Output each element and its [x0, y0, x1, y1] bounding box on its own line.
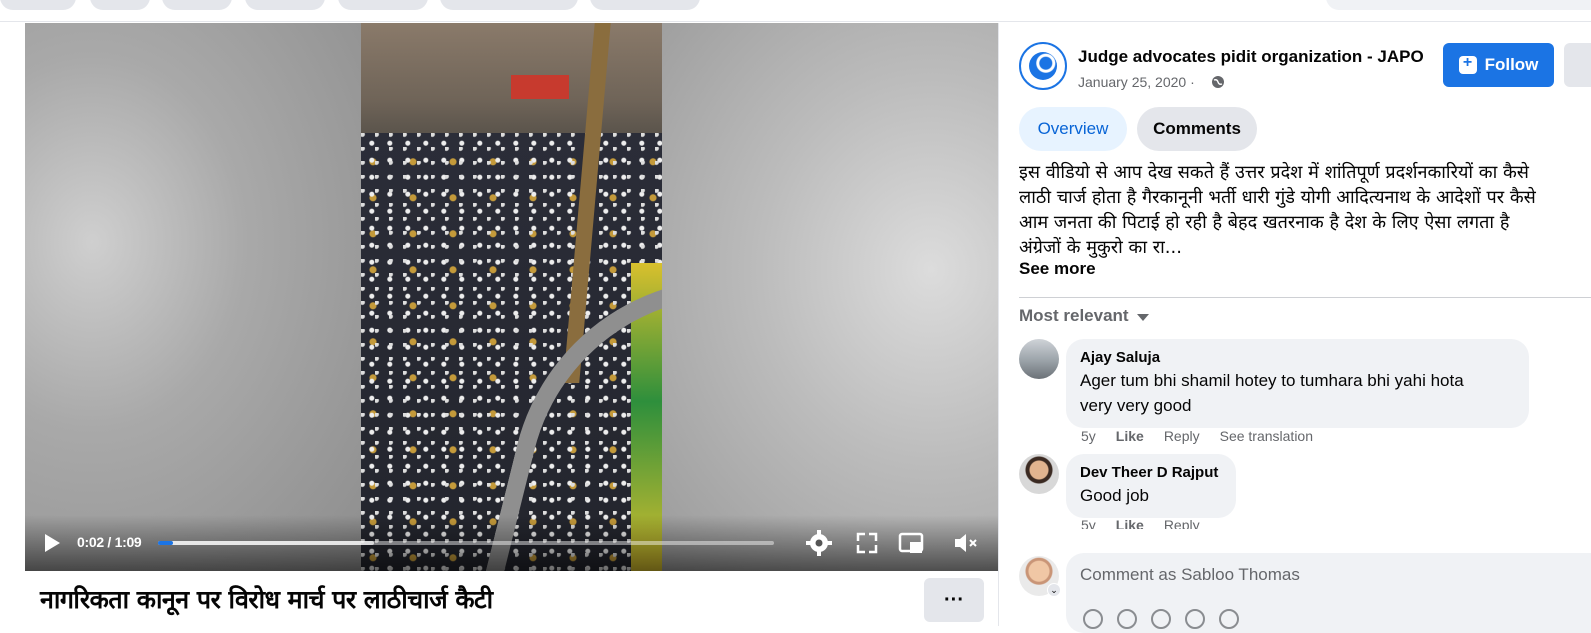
comment-bubble: Ajay Saluja Ager tum bhi shamil hotey to…: [1066, 339, 1529, 428]
comment-author[interactable]: Dev Theer D Rajput: [1080, 463, 1222, 483]
sort-dropdown[interactable]: Most relevant: [1019, 306, 1149, 326]
emoji-icon[interactable]: [1083, 609, 1103, 629]
see-translation-button[interactable]: See translation: [1220, 428, 1313, 444]
sort-caret-icon: [1136, 313, 1149, 321]
edge-button[interactable]: [1564, 43, 1591, 87]
camera-icon[interactable]: [1151, 609, 1171, 629]
gif-icon[interactable]: [1185, 609, 1205, 629]
video-blur-left: [25, 23, 361, 571]
settings-icon[interactable]: [805, 529, 833, 557]
mute-icon[interactable]: [951, 529, 979, 557]
post-panel: Judge advocates pidit organization - JAP…: [998, 23, 1591, 633]
video-buffered: [158, 541, 374, 545]
pip-icon[interactable]: [897, 529, 925, 557]
follow-button[interactable]: Follow: [1443, 43, 1554, 87]
follow-icon: [1458, 54, 1477, 74]
video-player[interactable]: 0:02 / 1:09: [25, 23, 998, 571]
top-nav: [0, 0, 1591, 22]
comment-bubble: Dev Theer D Rajput Good job: [1066, 454, 1236, 518]
nav-pill[interactable]: [0, 0, 76, 10]
video-title: नागरिकता कानून पर विरोध मार्च पर लाठीचार…: [40, 585, 493, 614]
video-scene-sign: [511, 75, 569, 99]
description-line: लाठी चार्ज होता है गैरकानूनी भर्ती धारी …: [1019, 187, 1536, 208]
nav-pill[interactable]: [90, 0, 150, 10]
globe-icon: [1211, 75, 1225, 92]
tab-overview[interactable]: Overview: [1019, 107, 1127, 151]
sticker-icon[interactable]: [1219, 609, 1239, 629]
reply-button[interactable]: Reply: [1164, 517, 1200, 529]
page-avatar[interactable]: [1019, 42, 1067, 90]
comment-actions: 5y Like Reply See translation: [1081, 428, 1313, 444]
play-icon[interactable]: [43, 533, 61, 553]
comment-age[interactable]: 5y: [1081, 517, 1096, 529]
nav-pill[interactable]: [590, 0, 700, 10]
video-controls: 0:02 / 1:09: [25, 515, 998, 571]
top-search-area[interactable]: [1326, 0, 1591, 10]
avatar[interactable]: [1019, 339, 1059, 379]
nav-pill[interactable]: [245, 0, 325, 10]
video-blur-right: [662, 23, 998, 571]
video-time: 0:02 / 1:09: [77, 534, 142, 550]
description-line: इस वीडियो से आप देख सकते हैं उत्तर प्रदे…: [1019, 162, 1529, 183]
comment-actions: 5y Like Reply: [1081, 517, 1200, 529]
composer-icons: [1083, 609, 1239, 629]
comment-text-line: very very good: [1080, 396, 1192, 415]
like-button[interactable]: Like: [1116, 517, 1144, 529]
video-frame[interactable]: [361, 23, 662, 571]
nav-pill[interactable]: [338, 0, 428, 10]
avatar[interactable]: [1019, 454, 1059, 494]
tab-comments[interactable]: Comments: [1137, 107, 1257, 151]
comment-age[interactable]: 5y: [1081, 428, 1096, 444]
comment-author[interactable]: Ajay Saluja: [1080, 348, 1515, 368]
video-played: [158, 541, 174, 545]
reply-button[interactable]: Reply: [1164, 428, 1200, 444]
more-icon[interactable]: ···: [924, 578, 984, 622]
divider: [1019, 297, 1591, 298]
follow-label: Follow: [1484, 55, 1539, 74]
description-line: आम जनता की पिटाई हो रही है बेहद खतरनाक ह…: [1019, 212, 1510, 233]
comment-input-placeholder: Comment as Sabloo Thomas: [1080, 565, 1300, 584]
description-line: अंग्रेजों के मुकुरो का रा...: [1019, 237, 1182, 258]
avatar-sticker-icon[interactable]: [1117, 609, 1137, 629]
fullscreen-icon[interactable]: [853, 529, 881, 557]
nav-pill[interactable]: [162, 0, 232, 10]
sort-label: Most relevant: [1019, 306, 1129, 325]
page-name[interactable]: Judge advocates pidit organization - JAP…: [1078, 47, 1424, 67]
see-more-link[interactable]: See more: [1019, 259, 1096, 279]
post-description: इस वीडियो से आप देख सकते हैं उत्तर प्रदे…: [1019, 160, 1591, 260]
nav-pill[interactable]: [440, 0, 578, 10]
comment-text-line: Good job: [1080, 486, 1149, 505]
like-button[interactable]: Like: [1116, 428, 1144, 444]
video-progress-bar[interactable]: [158, 541, 774, 545]
post-date[interactable]: January 25, 2020 ·: [1078, 74, 1195, 90]
comment-text-line: Ager tum bhi shamil hotey to tumhara bhi…: [1080, 371, 1464, 390]
chevron-down-icon[interactable]: ⌄: [1047, 583, 1061, 597]
